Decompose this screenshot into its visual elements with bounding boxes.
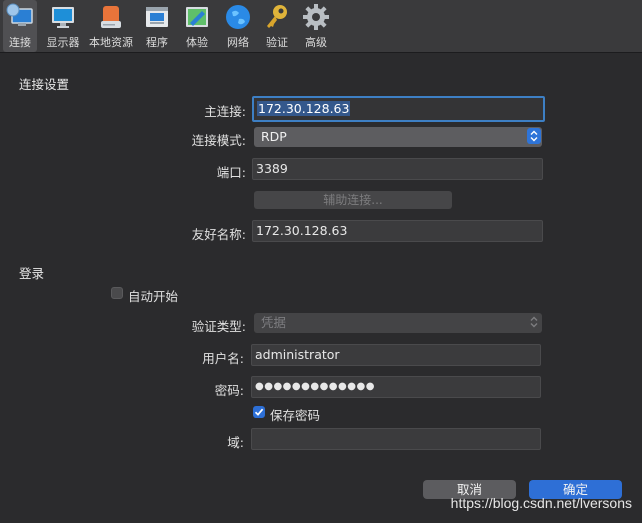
host-input[interactable]: 172.30.128.63	[252, 96, 545, 122]
key-icon	[267, 5, 287, 28]
watermark: https://blog.csdn.net/lversons	[450, 495, 632, 511]
chevron-updown-icon	[527, 314, 541, 330]
friendly-name-label: 友好名称:	[191, 227, 246, 242]
password-value: ●●●●●●●●●●●●●	[255, 381, 375, 392]
auto-start-checkbox[interactable]	[111, 287, 123, 299]
host-label: 主连接:	[204, 104, 246, 119]
experience-icon	[186, 7, 208, 27]
password-input[interactable]: ●●●●●●●●●●●●●	[251, 376, 541, 398]
connection-mode-select[interactable]: RDP	[254, 127, 542, 147]
connect-icon	[6, 3, 33, 26]
connection-section-title: 连接设置	[19, 77, 70, 92]
port-label: 端口:	[216, 165, 246, 180]
programs-icon	[146, 7, 168, 27]
gear-icon	[303, 4, 329, 30]
username-label: 用户名:	[202, 351, 244, 366]
port-input[interactable]: 3389	[252, 158, 543, 180]
tab-local-resources[interactable]: 本地资源	[87, 0, 135, 52]
auth-type-select[interactable]: 凭据	[254, 313, 542, 333]
host-value: 172.30.128.63	[257, 101, 351, 116]
network-icon	[226, 5, 250, 29]
login-section-title: 登录	[19, 266, 45, 281]
password-label: 密码:	[214, 383, 244, 398]
local-resources-icon	[101, 6, 121, 28]
port-value: 3389	[256, 161, 288, 176]
domain-input[interactable]	[251, 428, 541, 450]
tab-advanced[interactable]: 高级	[298, 0, 334, 52]
tab-display[interactable]: 显示器	[43, 0, 83, 52]
tab-label: 本地资源	[89, 36, 133, 49]
save-password-checkbox[interactable]	[253, 406, 265, 418]
auth-type-label: 验证类型:	[191, 319, 246, 334]
assist-connection-button[interactable]: 辅助连接...	[254, 191, 452, 209]
tab-experience[interactable]: 体验	[179, 0, 215, 52]
tab-label: 验证	[266, 36, 288, 49]
connection-mode-value: RDP	[261, 129, 287, 144]
display-icon	[52, 7, 74, 28]
auth-type-value: 凭据	[261, 315, 287, 330]
chevron-updown-icon	[527, 128, 541, 144]
friendly-name-value: 172.30.128.63	[256, 223, 348, 238]
checkmark-icon	[254, 408, 264, 416]
tab-auth[interactable]: 验证	[259, 0, 295, 52]
tab-label: 连接	[9, 36, 31, 49]
tab-programs[interactable]: 程序	[139, 0, 175, 52]
auto-start-label: 自动开始	[128, 289, 179, 304]
domain-label: 域:	[227, 435, 244, 450]
toolbar: 连接 显示器 本地资源 程序 体验 网络 验证 高级	[0, 0, 642, 53]
username-input[interactable]: administrator	[251, 344, 541, 366]
tab-label: 高级	[305, 36, 327, 49]
tab-label: 程序	[146, 36, 168, 49]
connection-mode-label: 连接模式:	[191, 133, 246, 148]
tab-label: 网络	[227, 36, 249, 49]
tab-connect[interactable]: 连接	[3, 0, 37, 52]
tab-network[interactable]: 网络	[220, 0, 256, 52]
tab-label: 显示器	[46, 36, 80, 49]
friendly-name-input[interactable]: 172.30.128.63	[252, 220, 543, 242]
username-value: administrator	[255, 347, 340, 362]
save-password-label: 保存密码	[270, 408, 321, 423]
tab-label: 体验	[186, 36, 208, 49]
